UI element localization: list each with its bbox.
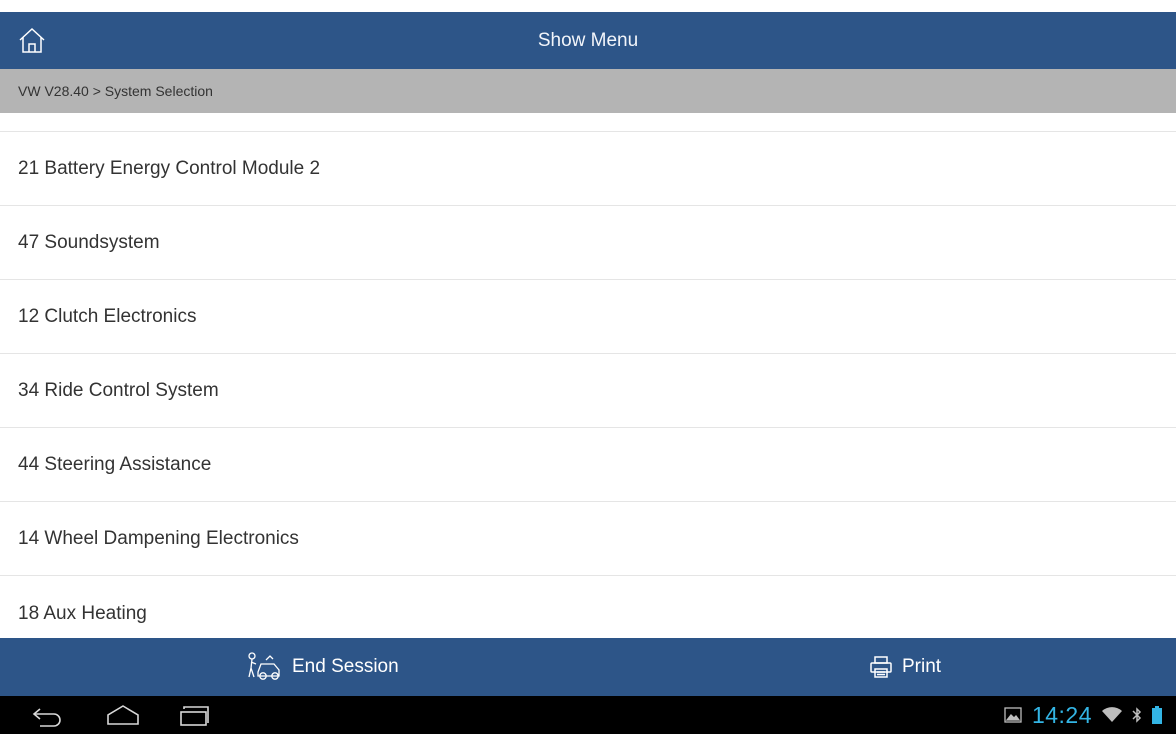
wifi-icon	[1102, 707, 1122, 722]
end-session-button[interactable]: End Session	[244, 638, 399, 696]
bluetooth-icon	[1132, 707, 1142, 723]
list-item[interactable]: 44 Steering Assistance	[0, 428, 1176, 502]
print-button[interactable]: Print	[868, 638, 941, 696]
bottom-toolbar: End Session Print	[0, 638, 1176, 696]
recent-apps-button[interactable]	[178, 703, 214, 732]
print-label: Print	[902, 656, 942, 677]
home-button[interactable]	[16, 25, 48, 57]
list-item[interactable]: 47 Soundsystem	[0, 206, 1176, 280]
printer-icon	[870, 656, 892, 678]
app-header: Show Menu	[0, 12, 1176, 69]
status-area: 14:24	[1004, 696, 1162, 734]
gallery-notification-icon	[1004, 707, 1022, 723]
battery-icon	[1152, 706, 1162, 724]
list-item-partial	[0, 113, 1176, 132]
android-navigation-bar: 14:24	[0, 696, 1176, 734]
list-item[interactable]: 12 Clutch Electronics	[0, 280, 1176, 354]
back-icon	[32, 708, 61, 727]
mechanic-car-icon	[248, 652, 280, 680]
top-strip	[0, 0, 1176, 12]
list-item[interactable]: 34 Ride Control System	[0, 354, 1176, 428]
system-list[interactable]: 21 Battery Energy Control Module 2 47 So…	[0, 113, 1176, 638]
home-icon	[19, 27, 45, 53]
status-clock: 14:24	[1031, 701, 1092, 728]
page-title: Show Menu	[537, 30, 639, 51]
back-button[interactable]	[28, 703, 66, 732]
breadcrumb: VW V28.40 > System Selection	[0, 69, 1176, 113]
list-item[interactable]: 21 Battery Energy Control Module 2	[0, 132, 1176, 206]
list-item[interactable]: 14 Wheel Dampening Electronics	[0, 502, 1176, 576]
recent-apps-icon	[180, 706, 209, 726]
list-item[interactable]: 18 Aux Heating	[0, 576, 1176, 638]
end-session-label: End Session	[292, 656, 399, 677]
home-nav-button[interactable]	[104, 703, 142, 732]
home-nav-icon	[107, 705, 139, 725]
